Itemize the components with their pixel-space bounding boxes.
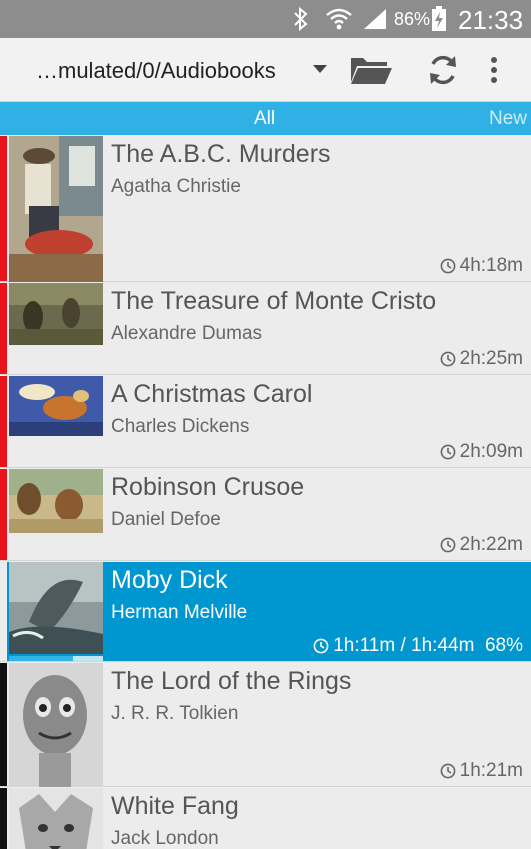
book-duration-text: 4h:18m [459, 255, 523, 276]
overflow-menu-button[interactable] [472, 48, 516, 92]
book-title: Robinson Crusoe [111, 473, 305, 501]
book-cover [9, 663, 103, 787]
book-cover [9, 283, 103, 345]
finished-indicator [0, 663, 7, 786]
list-item[interactable]: A Christmas Carol Charles Dickens 2h:09m [0, 376, 531, 468]
folder-path[interactable]: …mulated/0/Audiobooks [36, 58, 276, 84]
book-duration-text: 1h:11m / 1h:44m 68% [333, 635, 523, 656]
tab-new[interactable]: New [489, 108, 527, 130]
list-item[interactable]: The A.B.C. Murders Agatha Christie 4h:18… [0, 136, 531, 282]
book-cover [9, 469, 103, 533]
book-author: Charles Dickens [111, 416, 250, 437]
clock-icon [440, 444, 456, 460]
book-author: Agatha Christie [111, 176, 241, 197]
battery-percent: 86% [394, 9, 431, 29]
unread-indicator [0, 376, 7, 467]
clock-icon [440, 351, 456, 367]
list-item[interactable]: The Lord of the Rings J. R. R. Tolkien 1… [0, 663, 531, 787]
clock: 21:33 [458, 5, 524, 35]
book-duration-text: 2h:09m [459, 441, 523, 462]
book-duration: 1h:11m / 1h:44m 68% [313, 635, 523, 657]
book-author: J. R. R. Tolkien [111, 703, 239, 724]
folder-button[interactable] [348, 48, 394, 92]
clock-icon [440, 537, 456, 553]
book-duration: 2h:25m [440, 348, 523, 370]
book-cover [9, 562, 103, 654]
book-title: A Christmas Carol [111, 380, 313, 408]
book-list[interactable]: The A.B.C. Murders Agatha Christie 4h:18… [0, 136, 531, 849]
refresh-icon [430, 55, 456, 85]
book-duration-text: 2h:22m [459, 534, 523, 555]
list-item[interactable]: White Fang Jack London [0, 788, 531, 849]
list-item-selected[interactable]: Moby Dick Herman Melville 1h:11m / 1h:44… [0, 562, 531, 662]
tab-bar: All New [0, 102, 531, 135]
unread-indicator [0, 469, 7, 560]
unread-indicator [0, 136, 7, 281]
book-title: White Fang [111, 792, 239, 820]
book-title: The Lord of the Rings [111, 667, 352, 695]
listening-progress [9, 656, 103, 661]
unread-indicator [0, 283, 7, 374]
list-item[interactable]: The Treasure of Monte Cristo Alexandre D… [0, 283, 531, 375]
book-duration: 4h:18m [440, 255, 523, 277]
signal-icon [364, 9, 386, 29]
dropdown-arrow-icon[interactable] [313, 65, 327, 73]
book-author: Herman Melville [111, 602, 248, 623]
refresh-button[interactable] [420, 48, 466, 92]
status-indicator [0, 562, 7, 661]
clock-icon [440, 258, 456, 274]
tab-all[interactable]: All [254, 108, 275, 130]
book-author: Alexandre Dumas [111, 323, 263, 344]
overflow-menu-icon [491, 57, 497, 83]
book-author: Daniel Defoe [111, 509, 221, 530]
book-cover [9, 788, 103, 849]
listening-progress-fill [9, 656, 73, 661]
book-duration: 1h:21m [440, 760, 523, 782]
clock-icon [440, 763, 456, 779]
book-title: The A.B.C. Murders [111, 140, 331, 168]
book-duration-text: 2h:25m [459, 348, 523, 369]
folder-icon [351, 58, 392, 84]
book-title: Moby Dick [111, 566, 228, 594]
toolbar: …mulated/0/Audiobooks [0, 38, 531, 102]
book-duration: 2h:09m [440, 441, 523, 463]
book-cover [9, 136, 103, 282]
wifi-icon [326, 8, 352, 30]
book-duration: 2h:22m [440, 534, 523, 556]
finished-indicator [0, 788, 7, 849]
list-item[interactable]: Robinson Crusoe Daniel Defoe 2h:22m [0, 469, 531, 561]
bluetooth-icon [294, 7, 308, 31]
book-title: The Treasure of Monte Cristo [111, 287, 437, 315]
status-bar: 86% 21:33 [0, 0, 531, 38]
book-author: Jack London [111, 828, 219, 849]
book-duration-text: 1h:21m [459, 760, 523, 781]
book-cover [9, 376, 103, 436]
battery-charging-icon [432, 6, 446, 31]
clock-icon [313, 638, 329, 654]
